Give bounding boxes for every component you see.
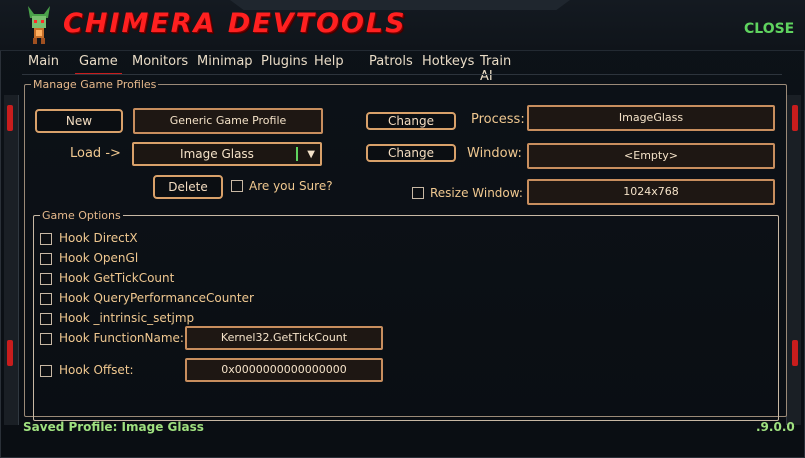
app-title: CHIMERA DEVTOOLS	[63, 8, 407, 39]
game-options-legend: Game Options	[42, 209, 121, 222]
hook-setjmp-label: Hook _intrinsic_setjmp	[59, 311, 195, 325]
hook-functionname-checkbox[interactable]	[40, 333, 52, 345]
resize-window-checkbox[interactable]	[412, 187, 424, 199]
right-side-panel	[786, 95, 801, 425]
tab-plugins[interactable]: Plugins	[261, 54, 308, 69]
window-label: Window:	[467, 146, 522, 161]
function-name-field[interactable]: Kernel32.GetTickCount	[185, 326, 383, 350]
title-bar: CHIMERA DEVTOOLS CLOSE	[0, 0, 805, 51]
hook-directx-label: Hook DirectX	[59, 231, 138, 245]
game-options-group: Game Options Hook DirectX Hook OpenGl Ho…	[33, 209, 779, 421]
offset-field[interactable]: 0x0000000000000000	[185, 358, 383, 382]
process-value-field[interactable]: ImageGlass	[527, 105, 775, 131]
resize-window-label: Resize Window:	[430, 186, 523, 200]
hook-setjmp-checkbox[interactable]	[40, 313, 52, 325]
hook-offset-label: Hook Offset:	[59, 363, 134, 377]
hook-directx-checkbox[interactable]	[40, 233, 52, 245]
change-window-button[interactable]: Change	[366, 144, 456, 162]
right-red-accent	[792, 105, 798, 131]
tab-monitors[interactable]: Monitors	[132, 54, 188, 69]
manage-game-profiles-legend: Manage Game Profiles	[33, 78, 157, 91]
menu-divider	[22, 74, 782, 75]
load-label: Load ->	[70, 146, 121, 161]
tab-minimap[interactable]: Minimap	[197, 54, 253, 69]
load-profile-selected: Image Glass	[180, 147, 254, 161]
process-label: Process:	[471, 112, 525, 127]
hook-qpc-label: Hook QueryPerformanceCounter	[59, 291, 254, 305]
version-text: .9.0.0	[756, 420, 795, 434]
tab-help[interactable]: Help	[314, 54, 344, 69]
resize-value-field[interactable]: 1024x768	[527, 179, 775, 205]
tab-hotkeys[interactable]: Hotkeys	[422, 54, 474, 69]
left-red-accent	[7, 105, 13, 131]
profile-name-field[interactable]: Generic Game Profile	[133, 108, 323, 134]
hook-offset-checkbox[interactable]	[40, 365, 52, 377]
hook-opengl-label: Hook OpenGl	[59, 251, 139, 265]
close-button[interactable]: CLOSE	[744, 21, 794, 37]
tab-main[interactable]: Main	[28, 54, 59, 69]
manage-game-profiles-group: Manage Game Profiles New Generic Game Pr…	[24, 78, 787, 421]
chimera-logo-icon	[28, 6, 50, 44]
are-you-sure-checkbox[interactable]	[231, 180, 243, 192]
left-red-accent	[7, 340, 13, 366]
tab-patrols[interactable]: Patrols	[369, 54, 413, 69]
hook-opengl-checkbox[interactable]	[40, 253, 52, 265]
window-value-field[interactable]: <Empty>	[527, 143, 775, 169]
load-profile-dropdown[interactable]: Image Glass ▼	[132, 142, 322, 166]
hook-functionname-label: Hook FunctionName:	[59, 331, 184, 345]
left-side-panel	[4, 95, 19, 425]
status-text: Saved Profile: Image Glass	[23, 420, 204, 434]
delete-profile-button[interactable]: Delete	[153, 175, 223, 199]
chevron-down-icon[interactable]: ▼	[307, 145, 315, 165]
are-you-sure-label: Are you Sure?	[249, 179, 333, 193]
hook-gettickcount-label: Hook GetTickCount	[59, 271, 175, 285]
change-process-button[interactable]: Change	[366, 112, 456, 130]
hook-qpc-checkbox[interactable]	[40, 293, 52, 305]
hook-gettickcount-checkbox[interactable]	[40, 273, 52, 285]
new-profile-button[interactable]: New	[35, 109, 123, 133]
dropdown-separator	[296, 147, 298, 161]
tab-game[interactable]: Game	[75, 54, 122, 75]
right-red-accent	[792, 340, 798, 366]
